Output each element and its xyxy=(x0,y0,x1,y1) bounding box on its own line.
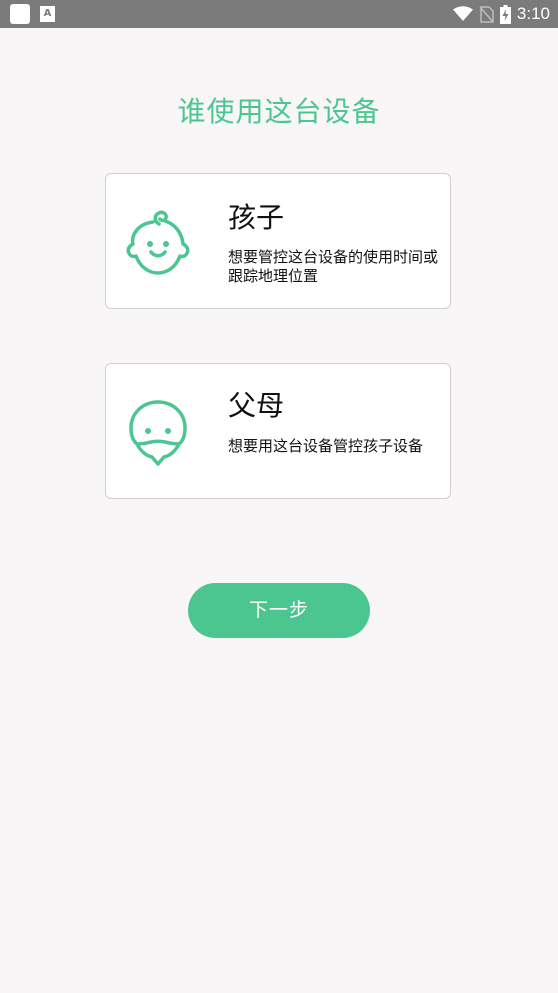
option-card-child[interactable]: 孩子 想要管控这台设备的使用时间或跟踪地理位置 xyxy=(105,173,451,309)
next-button[interactable]: 下一步 xyxy=(188,583,370,638)
clock-time: 3:10 xyxy=(516,4,550,23)
status-bar: A 3:10 xyxy=(0,0,558,28)
baby-face-icon xyxy=(126,210,190,275)
app-square-icon xyxy=(10,4,30,24)
battery-charging-icon xyxy=(499,4,511,24)
option-description: 想要管控这台设备的使用时间或跟踪地理位置 xyxy=(228,248,439,285)
status-right: 3:10 xyxy=(452,3,550,25)
status-left: A xyxy=(10,4,55,24)
page-title: 谁使用这台设备 xyxy=(177,95,381,128)
no-sim-icon xyxy=(479,5,494,23)
adult-face-icon xyxy=(129,400,187,466)
option-title: 父母 xyxy=(228,389,285,422)
option-description: 想要用这台设备管控孩子设备 xyxy=(228,437,424,455)
option-card-parent[interactable]: 父母 想要用这台设备管控孩子设备 xyxy=(105,363,451,499)
option-title: 孩子 xyxy=(228,201,285,234)
wifi-icon xyxy=(452,6,473,21)
a-letter-icon: A xyxy=(40,6,55,22)
